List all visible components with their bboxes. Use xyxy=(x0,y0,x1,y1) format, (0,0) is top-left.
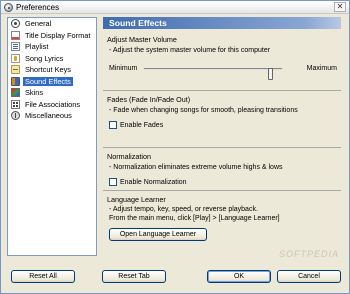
checkbox-label: Enable Fades xyxy=(120,121,164,129)
sound-effects-icon xyxy=(11,76,20,86)
title-display-icon xyxy=(11,30,20,40)
section-description: - Fade when changing songs for smooth, p… xyxy=(109,107,298,114)
enable-normalization-checkbox[interactable] xyxy=(109,178,117,186)
nav-item-label: General xyxy=(25,19,52,29)
enable-fades-checkbox[interactable] xyxy=(109,121,117,129)
lyrics-icon xyxy=(11,53,20,63)
miscellaneous-icon xyxy=(11,111,20,121)
window-title: Preferences xyxy=(16,3,60,12)
nav-item-general[interactable]: General xyxy=(8,18,96,30)
section-title: Adjust Master Volume xyxy=(107,35,177,44)
volume-slider-track[interactable] xyxy=(144,68,282,80)
title-bar[interactable]: Preferences ✕ xyxy=(1,1,349,14)
checkbox-label: Enable Normalization xyxy=(120,178,187,186)
preferences-window: Preferences ✕ General Title Display Form… xyxy=(0,0,350,294)
nav-item-label: Skins xyxy=(25,88,44,98)
reset-tab-button[interactable]: Reset Tab xyxy=(102,270,166,283)
nav-item-file-associations[interactable]: File Associations xyxy=(8,99,96,111)
ok-button[interactable]: OK xyxy=(207,270,271,283)
nav-item-label: Miscellaneous xyxy=(25,111,72,121)
file-associations-icon xyxy=(11,99,20,109)
close-button[interactable]: ✕ xyxy=(334,2,346,12)
enable-fades-row[interactable]: Enable Fades xyxy=(109,121,163,129)
reset-all-button[interactable]: Reset All xyxy=(11,270,75,283)
nav-item-miscellaneous[interactable]: Miscellaneous xyxy=(8,110,96,122)
section-title: Normalization xyxy=(107,152,151,161)
nav-item-label: File Associations xyxy=(25,99,81,109)
watermark-text: SOFTPEDIA xyxy=(278,249,339,259)
open-language-learner-button[interactable]: Open Language Learner xyxy=(109,228,207,241)
nav-item-title-display-format[interactable]: Title Display Format xyxy=(8,30,96,42)
nav-item-label: Shortcut Keys xyxy=(25,65,72,75)
panel-header: Sound Effects xyxy=(103,17,341,29)
nav-item-label: Title Display Format xyxy=(25,30,91,40)
section-description: - Adjust tempo, key, speed, or reverse p… xyxy=(109,206,258,213)
nav-item-label: Song Lyrics xyxy=(25,53,64,63)
volume-slider-thumb[interactable] xyxy=(268,68,273,80)
nav-item-label: Playlist xyxy=(25,42,49,52)
section-description: - Normalization eliminates extreme volum… xyxy=(109,164,283,171)
nav-item-song-lyrics[interactable]: Song Lyrics xyxy=(8,53,96,65)
nav-item-skins[interactable]: Skins xyxy=(8,87,96,99)
slider-max-label: Maximum xyxy=(306,65,337,72)
section-title: Fades (Fade In/Fade Out) xyxy=(107,95,191,104)
section-title: Language Learner xyxy=(107,195,166,204)
master-volume-slider-row: Minimum Maximum xyxy=(109,64,337,80)
skins-icon xyxy=(11,88,20,98)
category-list[interactable]: General Title Display Format Playlist So… xyxy=(7,17,97,256)
nav-item-playlist[interactable]: Playlist xyxy=(8,41,96,53)
section-instruction: From the main menu, click [Play] > [Lang… xyxy=(109,215,280,222)
enable-normalization-row[interactable]: Enable Normalization xyxy=(109,178,187,186)
cancel-button[interactable]: Cancel xyxy=(277,270,341,283)
nav-item-label: Sound Effects xyxy=(23,76,73,86)
keyboard-icon xyxy=(11,65,20,75)
playlist-icon xyxy=(11,42,20,52)
nav-item-sound-effects[interactable]: Sound Effects xyxy=(8,76,96,88)
nav-item-shortcut-keys[interactable]: Shortcut Keys xyxy=(8,64,96,76)
fades-section: Fades (Fade In/Fade Out) - Fade when cha… xyxy=(103,90,341,146)
general-icon xyxy=(11,19,20,29)
slider-min-label: Minimum xyxy=(109,65,138,72)
section-description: - Adjust the system master volume for th… xyxy=(109,47,271,54)
settings-panel: Sound Effects Adjust Master Volume - Adj… xyxy=(103,17,341,241)
language-learner-section: Language Learner - Adjust tempo, key, sp… xyxy=(103,190,341,246)
app-icon xyxy=(4,3,13,12)
master-volume-section: Adjust Master Volume - Adjust the system… xyxy=(103,32,341,94)
